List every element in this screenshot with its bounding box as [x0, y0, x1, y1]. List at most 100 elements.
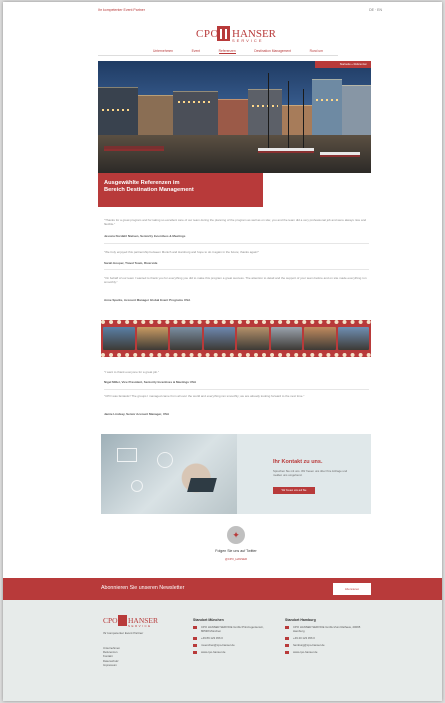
web-row: www.cpo-hanser.de	[285, 650, 367, 654]
page-frame: Ihr kompetenter Event Partner DE · EN CP…	[3, 2, 442, 701]
language-switch[interactable]: DE · EN	[369, 8, 382, 12]
building	[98, 87, 138, 135]
building	[248, 89, 282, 135]
divider	[104, 389, 369, 390]
film-frame	[337, 327, 369, 350]
web-row: www.cpo-hanser.de	[193, 650, 271, 654]
envelope-icon	[117, 448, 137, 462]
logo-subtitle: SERVICE	[128, 624, 152, 628]
twitter-label: Folgen Sie uns auf Twitter	[215, 549, 257, 553]
film-frame	[136, 327, 168, 350]
contact-title: Ihr Kontakt zu uns.	[273, 459, 323, 465]
footer-tagline: Ihr kompetenter Event Partner	[103, 631, 144, 635]
breadcrumb[interactable]: Startseite » Referenzen	[315, 61, 371, 68]
footer: CPO HANSER SERVICE Ihr kompetenter Event…	[3, 600, 442, 701]
testimonial-quote: "We truly enjoyed this partnership betwe…	[104, 250, 260, 254]
nav-item-destination[interactable]: Destination Management	[254, 49, 291, 54]
boat	[104, 146, 164, 151]
footer-munich: Standort München CPO HANSER SERVICE GmbH…	[193, 618, 271, 657]
page-title-line-1: Ausgewählte Referenzen im	[104, 180, 180, 186]
top-bar: Ihr kompetenter Event Partner DE · EN	[3, 2, 442, 18]
ship-mast	[303, 89, 304, 153]
logo-text-left: CPO	[196, 28, 219, 40]
window-lights	[178, 101, 212, 103]
building	[218, 99, 248, 135]
contact-photo	[101, 434, 237, 514]
film-frame	[103, 327, 135, 350]
footer-links: Unternehmen Referenzen Kontakt Datenschu…	[103, 646, 120, 667]
twitter-icon[interactable]: ✦	[227, 526, 245, 544]
building	[282, 105, 312, 135]
logo-mark-icon	[118, 615, 127, 626]
web-text[interactable]: www.cpo-hanser.de	[201, 650, 225, 654]
window-lights	[316, 99, 338, 101]
footer-hamburg: Standort Hamburg CPO HANSER SERVICE GmbH…	[285, 618, 367, 657]
testimonial-author: Nigel Miller, Vice President, Seniority …	[104, 380, 197, 384]
film-frame	[304, 327, 336, 350]
film-frame	[237, 327, 269, 350]
testimonial-quote: "I want to thank everyone for a great jo…	[104, 370, 159, 374]
building	[173, 91, 218, 135]
main-nav: Unternehmen Event Referenzen Destination…	[153, 49, 323, 54]
testimonial-author: Jamie Lindsay, Senior Account Manager, U…	[104, 412, 170, 416]
boat	[320, 152, 360, 157]
email-text[interactable]: hamburg@cpo-hanser.de	[293, 643, 325, 647]
ship-mast	[288, 81, 289, 153]
boat	[258, 148, 314, 153]
phone-row: +49 89 123 456 0	[193, 636, 271, 640]
at-icon	[157, 452, 173, 468]
laptop-icon	[187, 478, 217, 492]
film-frame	[170, 327, 202, 350]
address-row: CPO HANSER SERVICE GmbH Zum Rathaus, 200…	[285, 625, 367, 633]
web-text[interactable]: www.cpo-hanser.de	[293, 650, 317, 654]
photo-filmstrip	[101, 320, 371, 357]
footer-logo[interactable]: CPO HANSER SERVICE	[103, 615, 159, 630]
testimonial-author: Sarah Hooper, Travel Team, Riverside	[104, 261, 158, 265]
mail-icon	[193, 643, 197, 647]
testimonial-quote: "Thanks for a great program and for taki…	[104, 218, 367, 226]
footer-heading: Standort Hamburg	[285, 618, 316, 622]
window-lights	[102, 109, 132, 111]
phone-row: +49 40 123 456 0	[285, 636, 367, 640]
site-logo[interactable]: CPO HANSER SERVICE	[196, 26, 276, 45]
nav-item-unternehmen[interactable]: Unternehmen	[153, 49, 173, 54]
contact-button[interactable]: Wir freuen uns auf Sie	[273, 487, 315, 494]
email-row: hamburg@cpo-hanser.de	[285, 643, 367, 647]
building	[312, 79, 342, 135]
twitter-handle[interactable]: @CPO_HANSER	[186, 557, 286, 561]
nav-item-rund-um[interactable]: Rund um	[310, 49, 323, 54]
logo-text-left: CPO	[103, 616, 118, 625]
nav-divider	[98, 55, 338, 56]
testimonial-quote: "On behalf of our team I wanted to thank…	[104, 276, 367, 284]
film-frame	[203, 327, 235, 350]
building	[342, 85, 371, 135]
ship-mast	[268, 73, 269, 153]
phone-text[interactable]: +49 40 123 456 0	[293, 636, 315, 640]
phone-icon	[131, 480, 143, 492]
footer-link[interactable]: Impressum	[103, 663, 120, 667]
top-tagline: Ihr kompetenter Event Partner	[98, 8, 145, 12]
location-icon	[193, 625, 197, 629]
phone-icon	[285, 636, 289, 640]
globe-icon	[193, 650, 197, 654]
email-row: muenchen@cpo-hanser.de	[193, 643, 271, 647]
contact-banner: Ihr Kontakt zu uns. Sprechen Sie mit uns…	[101, 434, 371, 514]
nav-item-referenzen[interactable]: Referenzen	[218, 49, 236, 54]
phone-icon	[193, 636, 197, 640]
newsletter-button[interactable]: Abonnieren	[333, 583, 371, 595]
nav-item-event[interactable]: Event	[192, 49, 200, 54]
testimonial-quote: "CPO was fantastic! The groups I managed…	[104, 394, 305, 398]
logo-mark-icon	[217, 26, 230, 41]
address-text: CPO HANSER SERVICE GmbH Prinzregentenstr…	[201, 625, 265, 633]
email-text[interactable]: muenchen@cpo-hanser.de	[201, 643, 235, 647]
window-lights	[252, 105, 278, 107]
logo-subtitle: SERVICE	[232, 38, 264, 43]
phone-text[interactable]: +49 89 123 456 0	[201, 636, 223, 640]
hero-image: Startseite » Referenzen	[98, 61, 371, 173]
testimonial-author: Jessica Nordahl Nielsen, Seniority Incen…	[104, 234, 186, 238]
film-frame	[270, 327, 302, 350]
newsletter-bar: Abonnieren Sie unseren Newsletter Abonni…	[3, 578, 442, 600]
page-title: Ausgewählte Referenzen im Bereich Destin…	[98, 173, 263, 207]
divider	[104, 243, 369, 244]
newsletter-title: Abonnieren Sie unseren Newsletter	[101, 585, 185, 591]
